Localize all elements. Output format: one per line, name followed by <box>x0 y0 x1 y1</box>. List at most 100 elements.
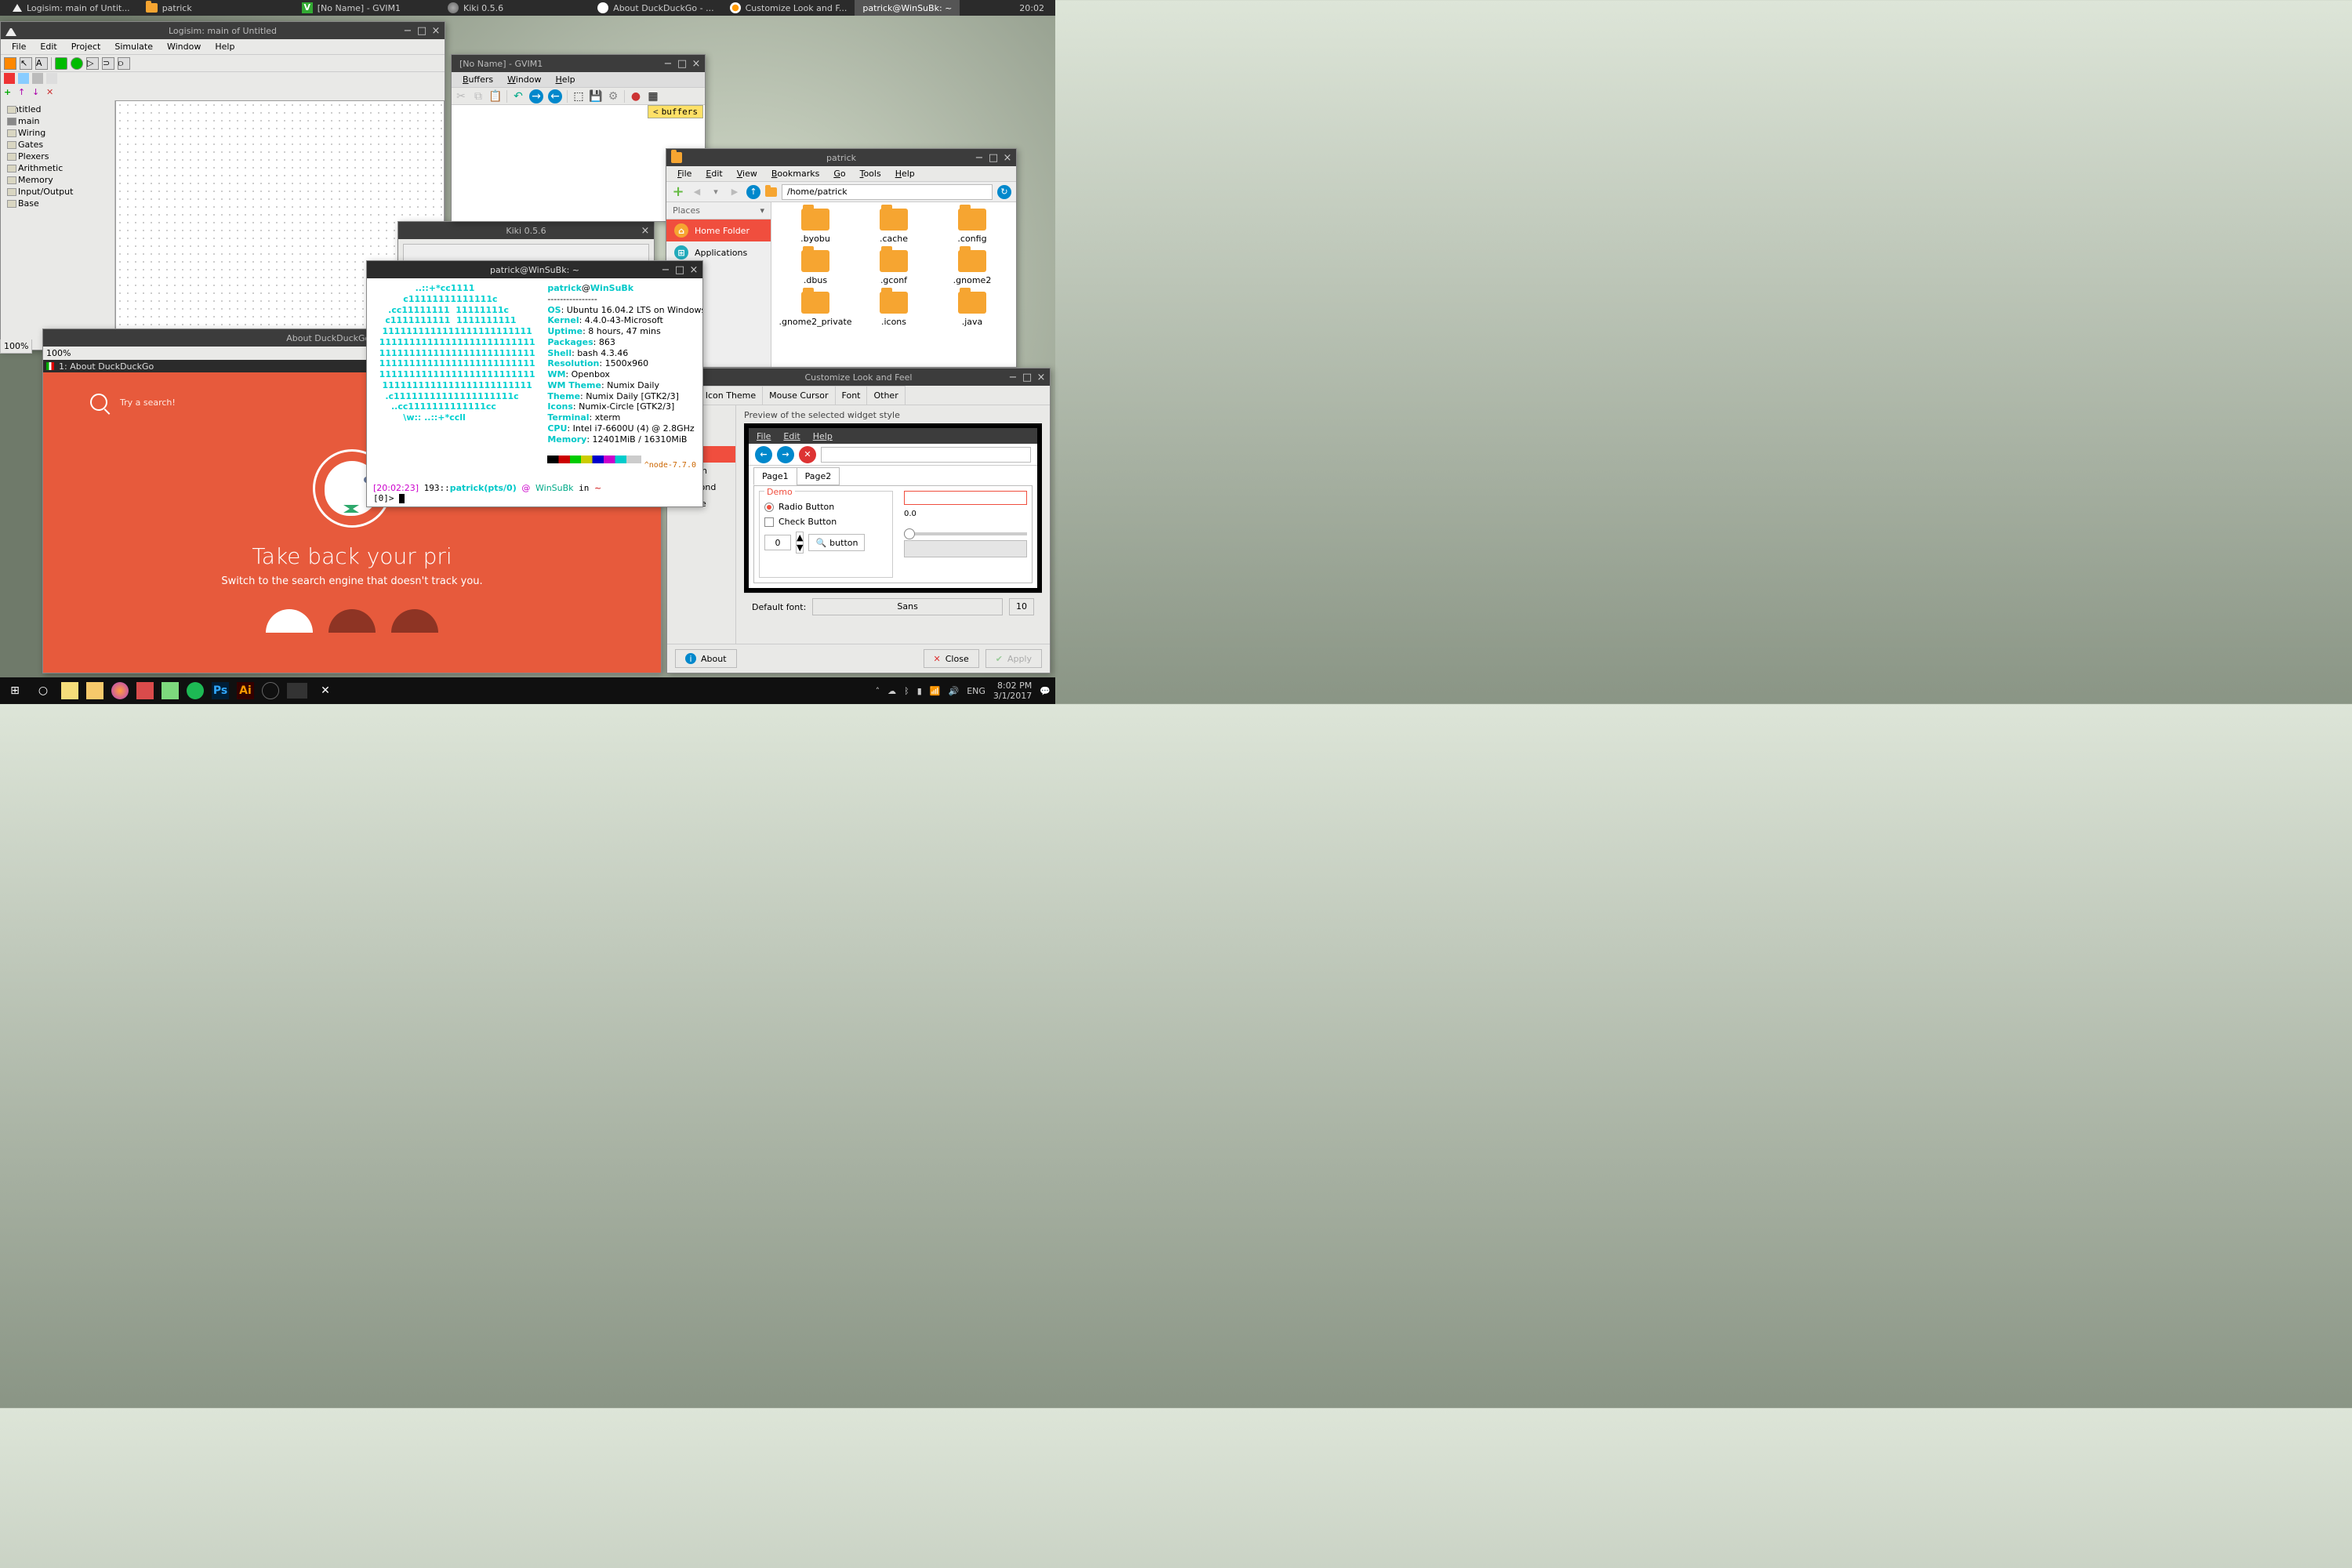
volume-icon[interactable]: 🔊 <box>948 686 959 696</box>
pv-menu-edit[interactable]: Edit <box>783 431 800 441</box>
record-icon[interactable]: ● <box>630 90 642 103</box>
font-size-input[interactable]: 10 <box>1009 598 1034 615</box>
stop-icon[interactable]: ✕ <box>799 446 816 463</box>
menu-window[interactable]: Window <box>501 73 547 86</box>
delete-icon[interactable]: ✕ <box>46 87 57 98</box>
tool2-icon[interactable] <box>18 73 29 84</box>
search-icon[interactable] <box>90 394 107 411</box>
undo-icon[interactable]: ↶ <box>512 90 524 103</box>
settings-icon[interactable]: ⚙ <box>607 90 619 103</box>
taskbar-item-logisim[interactable]: Logisim: main of Untit... <box>5 0 138 16</box>
category-tabs[interactable]: Color Icon Theme Mouse Cursor Font Other <box>667 386 1050 405</box>
maximize-icon[interactable]: □ <box>416 25 427 36</box>
tab-other[interactable]: Other <box>866 386 905 405</box>
maximize-icon[interactable]: □ <box>1022 372 1033 383</box>
taskbar-item-ddg[interactable]: About DuckDuckGo - ... <box>590 0 721 16</box>
logisim-titlebar[interactable]: Logisim: main of Untitled − □ × <box>1 22 445 39</box>
menu-file[interactable]: File <box>671 167 698 180</box>
tree-item-base[interactable]: Base <box>4 198 111 209</box>
tab-label[interactable]: 1: About DuckDuckGo <box>59 361 154 372</box>
minimize-icon[interactable]: − <box>402 25 413 36</box>
photoshop-icon[interactable]: Ps <box>212 682 229 699</box>
sticky-notes-icon[interactable] <box>61 682 78 699</box>
text-tool-icon[interactable]: A <box>35 57 48 70</box>
font-name-input[interactable]: Sans <box>812 598 1003 615</box>
menu-project[interactable]: Project <box>65 40 107 53</box>
component-tree[interactable]: Untitled main Wiring Gates Plexers Arith… <box>1 100 115 350</box>
firefox-icon[interactable] <box>111 682 129 699</box>
back-icon[interactable]: ← <box>548 89 562 103</box>
spin-buttons[interactable]: ▲▼ <box>796 532 804 554</box>
terminal-output[interactable]: ..::+*cc1111 c11111111111111c .cc1111111… <box>367 278 702 483</box>
menu-bookmarks[interactable]: Bookmarks <box>765 167 826 180</box>
radio-icon[interactable] <box>764 503 774 512</box>
bluetooth-icon[interactable]: ᛒ <box>904 686 909 696</box>
taskbar-item-kiki[interactable]: Kiki 0.5.6 <box>440 0 511 16</box>
buffers-tag[interactable]: buffers <box>648 105 703 118</box>
close-icon[interactable]: × <box>691 58 702 69</box>
menu-edit[interactable]: Edit <box>34 40 63 53</box>
gvim-titlebar[interactable]: [No Name] - GVIM1 − □ × <box>452 55 705 72</box>
file-item[interactable]: .gconf <box>856 250 931 285</box>
spin-input[interactable] <box>764 535 791 550</box>
terminal-icon[interactable] <box>287 683 307 699</box>
cut-icon[interactable]: ✂ <box>455 90 467 103</box>
slider[interactable] <box>904 532 1027 535</box>
up-icon[interactable]: ↑ <box>746 185 760 199</box>
menu-edit[interactable]: Edit <box>699 167 728 180</box>
minimize-icon[interactable]: − <box>660 264 671 275</box>
preview-page-tabs[interactable]: Page1 Page2 <box>749 466 1037 485</box>
maximize-icon[interactable]: □ <box>674 264 685 275</box>
fm-titlebar[interactable]: patrick − □ × <box>666 149 1016 166</box>
menu-buffers[interactable]: BBuffersuffers <box>456 73 499 86</box>
up-arrow-icon[interactable]: ↑ <box>18 87 29 98</box>
file-item[interactable]: .icons <box>856 292 931 327</box>
add-tab-icon[interactable]: + <box>671 185 685 199</box>
tree-item-main[interactable]: main <box>4 115 111 127</box>
file-explorer-icon[interactable] <box>86 682 103 699</box>
taskbar-item-patrick[interactable]: patrick <box>138 0 200 16</box>
lxappearance-window[interactable]: Customize Look and Feel − □ × Color Icon… <box>666 368 1051 673</box>
edit-tool-icon[interactable] <box>4 73 15 84</box>
about-button[interactable]: i About <box>675 649 737 668</box>
illustrator-icon[interactable]: Ai <box>237 682 254 699</box>
close-icon[interactable]: × <box>688 264 699 275</box>
clock-date[interactable]: 8:02 PM 3/1/2017 <box>993 681 1032 701</box>
places-header[interactable]: Places ▾ <box>666 202 771 220</box>
tree-root[interactable]: Untitled <box>4 103 111 115</box>
file-manager-window[interactable]: patrick − □ × File Edit View Bookmarks G… <box>666 148 1017 368</box>
battery-icon[interactable]: ▮ <box>917 686 922 696</box>
close-icon[interactable]: × <box>1002 152 1013 163</box>
menu-help[interactable]: Help <box>550 73 582 86</box>
taskbar-item-gvim[interactable]: V [No Name] - GVIM1 <box>294 0 408 16</box>
close-icon[interactable]: × <box>430 25 441 36</box>
demo-button[interactable]: 🔍 button <box>808 534 865 551</box>
onedrive-icon[interactable]: ☁ <box>887 686 896 696</box>
minimize-icon[interactable]: − <box>1007 372 1018 383</box>
language-indicator[interactable]: ENG <box>967 686 985 696</box>
check-button[interactable]: Check Button <box>764 517 887 527</box>
taskbar-item-customize[interactable]: Customize Look and F... <box>722 0 855 16</box>
close-icon[interactable]: × <box>1036 372 1047 383</box>
paste-icon[interactable]: 📋 <box>489 90 502 103</box>
preview-url-input[interactable] <box>821 447 1031 463</box>
search-placeholder[interactable]: Try a search! <box>120 397 176 408</box>
down-arrow-icon[interactable]: ↓ <box>32 87 43 98</box>
tool4-icon[interactable] <box>46 73 57 84</box>
pv-menu-help[interactable]: Help <box>813 431 833 441</box>
minimize-icon[interactable]: − <box>662 58 673 69</box>
start-icon[interactable]: ⊞ <box>5 681 25 701</box>
wifi-icon[interactable]: 📶 <box>930 686 941 696</box>
kiki-titlebar[interactable]: Kiki 0.5.6 × <box>398 222 654 239</box>
cortana-icon[interactable]: ○ <box>33 681 53 701</box>
menu-help[interactable]: Help <box>209 40 241 53</box>
tray-chevron-icon[interactable]: ˄ <box>876 686 880 696</box>
save-session-icon[interactable]: 💾 <box>590 90 602 103</box>
copy-icon[interactable]: ⧉ <box>472 90 485 103</box>
logisim-tertiary-toolbar[interactable]: + ↑ ↓ ✕ <box>1 86 445 100</box>
file-item[interactable]: .java <box>935 292 1010 327</box>
menu-file[interactable]: File <box>5 40 32 53</box>
windows-taskbar[interactable]: ⊞ ○ Ps Ai ✕ ˄ ☁ ᛒ ▮ 📶 🔊 ENG 8:02 PM 3/1/… <box>0 677 1055 704</box>
tab-font[interactable]: Font <box>835 386 868 405</box>
checkbox-icon[interactable] <box>764 517 774 527</box>
